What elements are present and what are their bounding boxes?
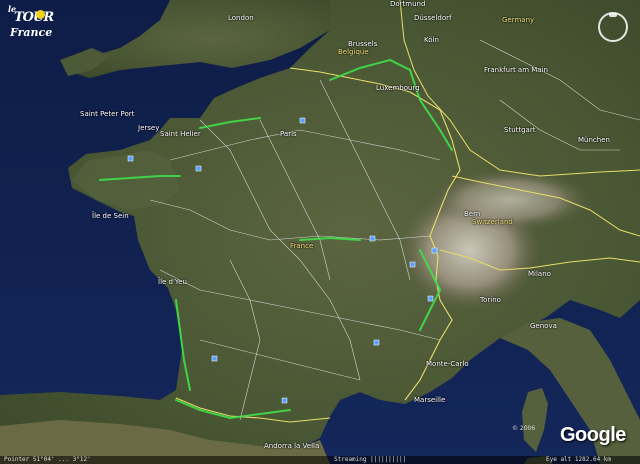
label-france: France [290, 242, 314, 250]
copyright-text: © 2006 [512, 425, 536, 432]
label-stuttgart: Stuttgart [504, 126, 536, 134]
label-germany: Germany [502, 16, 535, 24]
label-paris: Paris [280, 130, 297, 138]
map-viewport[interactable]: le TOUR France London Saint Peter Port J… [0, 0, 640, 464]
label-bern: Bern [464, 210, 481, 218]
logo-sun-icon [36, 10, 45, 19]
label-belgique: Belgique [338, 48, 369, 56]
label-monte-carlo: Monte-Carlo [426, 360, 469, 368]
label-dortmund: Dortmund [390, 0, 426, 8]
label-jersey: Jersey [138, 124, 160, 132]
label-switzerland: Switzerland [472, 218, 513, 226]
label-milano: Milano [528, 270, 551, 278]
label-dusseldorf: Düsseldorf [414, 14, 452, 22]
label-saint-helier: Saint Helier [160, 130, 201, 138]
streaming-indicator: Streaming |||||||||| [334, 456, 407, 463]
label-london: London [228, 14, 254, 22]
label-andorra: Andorra la Vella [264, 442, 320, 450]
status-bar: Pointer 51°04' ... 3°12' Streaming |||||… [0, 456, 640, 464]
compass-icon[interactable] [598, 12, 628, 42]
label-genova: Genova [530, 322, 557, 330]
tour-de-france-logo: le TOUR France [8, 4, 54, 39]
label-munchen: München [578, 136, 610, 144]
label-koln: Köln [424, 36, 439, 44]
label-torino: Torino [480, 296, 501, 304]
label-ile-de-sein: Île de Sein [92, 212, 129, 220]
eye-altitude: Eye alt 1282.64 km [546, 456, 612, 463]
label-marseille: Marseille [414, 396, 446, 404]
label-frankfurt: Frankfurt am Main [484, 66, 548, 74]
pointer-readout: Pointer 51°04' ... 3°12' [4, 456, 91, 463]
google-logo: Google [560, 424, 626, 446]
label-saint-peter-port: Saint Peter Port [80, 110, 135, 118]
label-luxembourg: Luxembourg [376, 84, 420, 92]
label-brussels: Brussels [348, 40, 378, 48]
label-ile-d-yeu: Île d'Yeu [158, 278, 187, 286]
